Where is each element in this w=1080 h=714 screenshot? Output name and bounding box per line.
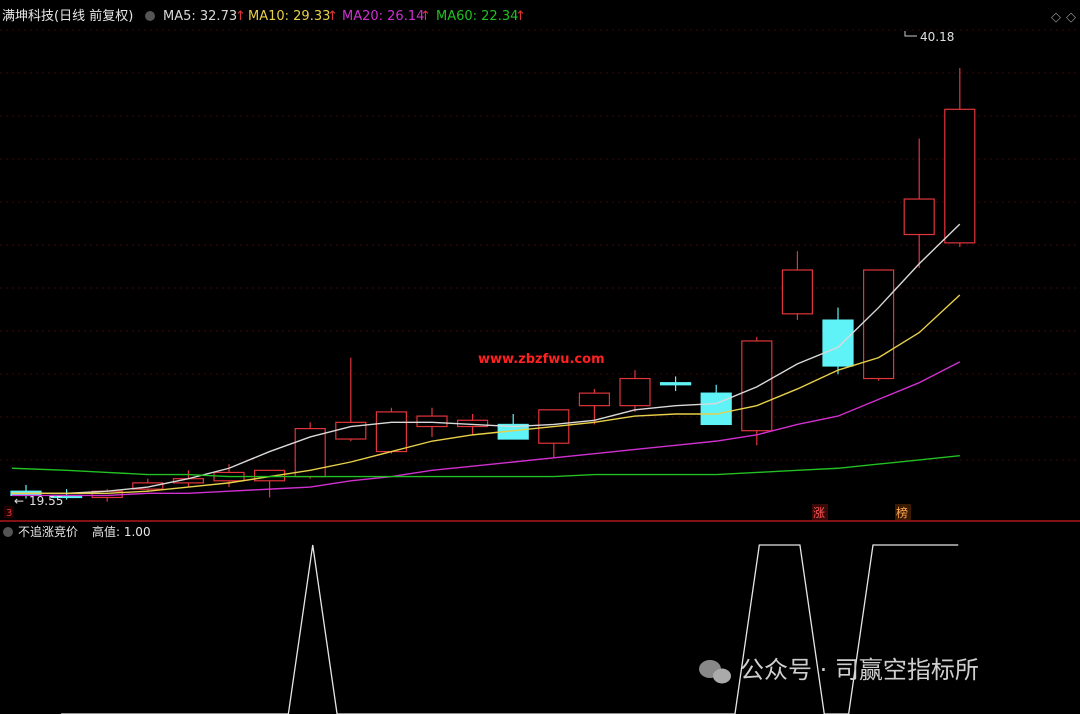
ma10-label: MA10: 29.33: [248, 9, 330, 24]
candle-body: [822, 319, 854, 367]
indicator-settings-icon[interactable]: [3, 527, 13, 537]
stock-title: 满坤科技(日线 前复权): [2, 8, 133, 24]
ma10-arrow: ↑: [327, 9, 338, 24]
candle-body: [416, 415, 448, 428]
watermark-text: 公众号 · 司赢空指标所: [740, 656, 979, 684]
candle-body: [700, 392, 732, 426]
candle: [903, 138, 935, 268]
tag-bang: 榜: [896, 505, 908, 520]
ma-line-ma10: [12, 294, 961, 495]
candle: [578, 388, 611, 425]
candle: [659, 376, 692, 392]
candle-body: [619, 377, 651, 407]
indicator-line: [61, 544, 959, 714]
candles-layer: [10, 67, 976, 502]
candle-body: [862, 269, 895, 380]
candle: [538, 409, 570, 458]
candle-body: [741, 340, 773, 432]
candle-body: [375, 411, 407, 453]
indicator-line-layer: [61, 544, 959, 714]
candle: [375, 407, 407, 454]
diamond-icon[interactable]: ◇: [1051, 10, 1061, 25]
price-grid: [0, 29, 1080, 461]
high-marker-line: [904, 31, 917, 37]
left-marker: 3: [6, 508, 12, 519]
settings-dot-icon[interactable]: [145, 11, 155, 21]
ma-line-ma20: [12, 361, 961, 497]
wechat-watermark: 公众号 · 司赢空指标所: [699, 656, 979, 684]
ma5-arrow: ↑: [235, 9, 246, 24]
high-price-label: 40.18: [920, 30, 954, 44]
candle-body: [903, 198, 935, 236]
ma60-arrow: ↑: [515, 9, 526, 24]
candle-body: [294, 428, 326, 478]
ma60-label: MA60: 22.34: [436, 9, 518, 24]
candle-body: [578, 392, 611, 407]
wechat-icon-bubble: [713, 668, 731, 684]
ma20-label: MA20: 26.14: [342, 9, 424, 24]
low-price-arrow: ←: [14, 494, 24, 508]
ma-line-ma60: [11, 455, 960, 478]
ma5-label: MA5: 32.73: [163, 9, 237, 24]
candle: [822, 307, 854, 375]
low-price-label: 19.55: [29, 494, 63, 508]
tag-zhang: 涨: [813, 505, 825, 520]
indicator-title: 不追涨竞价: [18, 524, 78, 539]
stock-chart: 满坤科技(日线 前复权) MA5: 32.73 ↑ MA10: 29.33 ↑ …: [0, 8, 1080, 714]
candle-body: [944, 108, 976, 244]
candle-body: [781, 269, 814, 315]
candle-body: [659, 382, 692, 386]
candle: [781, 251, 814, 321]
ma20-arrow: ↑: [420, 9, 431, 24]
candle: [944, 67, 976, 248]
candle: [619, 370, 651, 412]
indicator-value: 高值: 1.00: [92, 524, 151, 539]
diamond-icon-2[interactable]: ◇: [1066, 10, 1076, 25]
site-watermark: www.zbzfwu.com: [478, 352, 605, 367]
candle: [862, 269, 895, 381]
